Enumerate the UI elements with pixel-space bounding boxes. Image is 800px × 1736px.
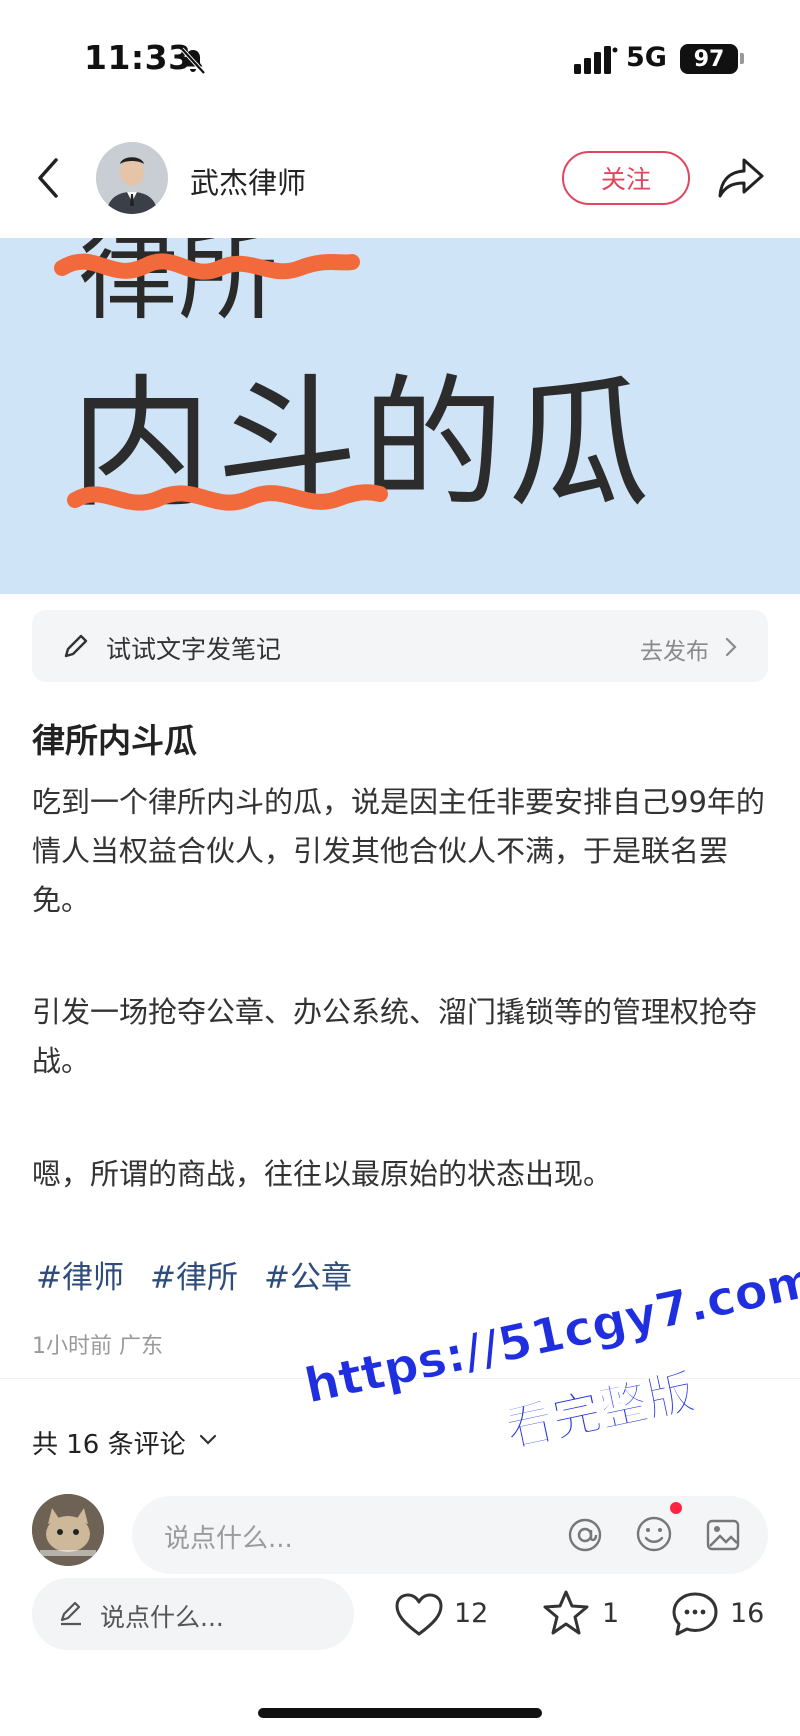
star-count: 1: [602, 1598, 620, 1629]
author-name[interactable]: 武杰律师: [190, 160, 306, 202]
comment-count-label[interactable]: 共 16 条评论: [32, 1424, 186, 1461]
cat-photo-icon: [32, 1494, 104, 1566]
author-avatar[interactable]: [96, 142, 168, 214]
share-icon[interactable]: [716, 154, 766, 200]
emoji-icon[interactable]: [634, 1514, 674, 1554]
chevron-right-icon: [725, 637, 737, 657]
battery-tip: [740, 53, 744, 64]
person-photo-icon: [96, 142, 168, 214]
post-paragraph: 吃到一个律所内斗的瓜，说是因主任非要安排自己99年的情人当权益合伙人，引发其他合…: [32, 785, 765, 917]
cellular-signal-icon: [574, 46, 618, 74]
current-user-avatar: [32, 1494, 104, 1566]
status-time: 11:33: [84, 38, 192, 77]
star-icon[interactable]: [540, 1588, 592, 1638]
post-paragraph: 引发一场抢夺公章、办公系统、溜门撬锁等的管理权抢夺战。: [32, 995, 758, 1078]
back-chevron-icon[interactable]: [34, 156, 64, 200]
at-mention-icon[interactable]: [566, 1516, 604, 1554]
comment-placeholder: 说点什么...: [164, 1524, 293, 1554]
battery-level: 97: [693, 46, 725, 72]
go-publish-link[interactable]: 去发布: [640, 632, 709, 666]
hero-underlines: [54, 253, 388, 511]
network-type: 5G: [626, 42, 667, 73]
post-title: 律所内斗瓜: [32, 721, 197, 760]
heart-icon[interactable]: [394, 1592, 444, 1638]
chevron-down-icon[interactable]: [198, 1432, 218, 1448]
bell-muted-icon: [180, 47, 206, 75]
tag-link[interactable]: #律师: [36, 1260, 124, 1296]
battery-icon: 97: [680, 44, 738, 74]
comment-count: 16: [730, 1598, 765, 1629]
post-paragraph: 嗯，所谓的商战，往往以最原始的状态出现。: [32, 1157, 613, 1191]
tag-link[interactable]: #公章: [264, 1260, 352, 1296]
pencil-icon: [64, 634, 88, 658]
tag-link[interactable]: #律所: [150, 1260, 238, 1296]
notification-dot: [670, 1502, 682, 1514]
follow-button[interactable]: 关注: [562, 151, 690, 205]
tag-list: #律师 #律所 #公章: [36, 1252, 378, 1297]
comment-bubble-icon[interactable]: [670, 1590, 720, 1638]
pen-icon: [60, 1601, 81, 1626]
post-meta: 1小时前 广东: [32, 1334, 163, 1359]
bottom-input-placeholder: 说点什么...: [100, 1603, 224, 1632]
post-image[interactable]: 律所 内斗的瓜: [0, 238, 800, 594]
like-count: 12: [454, 1598, 489, 1629]
try-text-note-label: 试试文字发笔记: [106, 635, 282, 664]
image-icon[interactable]: [704, 1516, 742, 1554]
home-indicator: [258, 1708, 542, 1718]
